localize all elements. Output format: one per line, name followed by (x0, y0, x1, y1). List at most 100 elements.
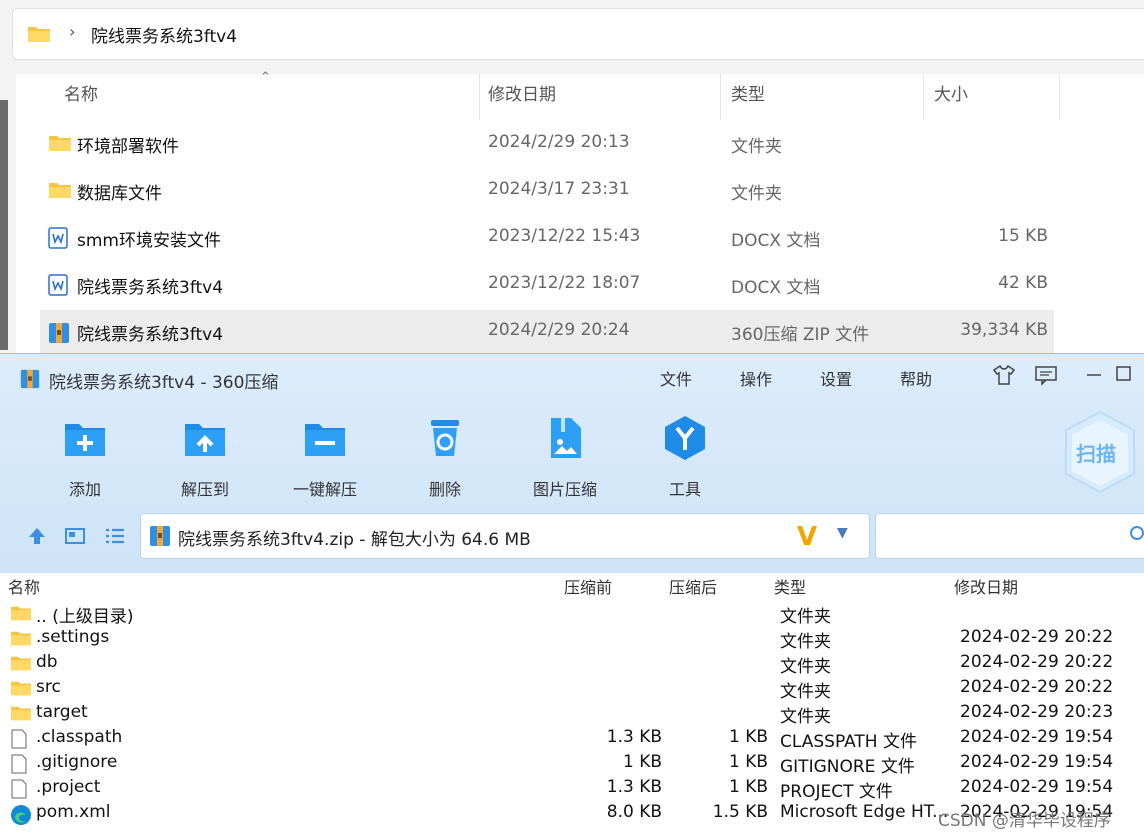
menu-file[interactable]: 文件 (660, 366, 692, 390)
maximize-button[interactable] (1110, 364, 1138, 388)
file-name: 院线票务系统3ftv4 (77, 278, 224, 298)
list-item[interactable]: 院线票务系统3ftv4 2023/12/22 18:07 DOCX 文档 42 … (40, 263, 1054, 307)
table-row[interactable]: .classpath 1.3 KB 1 KB CLASSPATH 文件 2024… (0, 726, 1144, 752)
list-item[interactable]: smm环境安装文件 2023/12/22 15:43 DOCX 文档 15 KB (40, 216, 1054, 260)
one-click-extract-icon (305, 424, 345, 456)
tools-button[interactable]: 工具 (640, 414, 730, 499)
entry-name: .. (上级目录) (36, 607, 134, 627)
chevron-down-icon[interactable]: ▼ (837, 525, 848, 541)
scan-button[interactable]: 扫描 (1062, 410, 1138, 494)
add-label: 添加 (68, 480, 101, 499)
entry-size-before: 1 KB (622, 752, 662, 772)
chevron-right-icon: › (69, 22, 76, 41)
thumbnail-view-icon[interactable] (64, 525, 86, 547)
v-logo-icon[interactable]: V (797, 522, 817, 552)
folder-icon (11, 656, 31, 671)
delete-button[interactable]: 删除 (400, 414, 490, 499)
entry-name: .settings (36, 627, 110, 647)
file-type: 文件夹 (731, 137, 782, 157)
image-compress-button[interactable]: 图片压缩 (520, 414, 610, 499)
left-pane-edge (0, 74, 8, 354)
menu-operations[interactable]: 操作 (740, 366, 772, 390)
search-icon[interactable] (1128, 524, 1144, 546)
column-header-date[interactable]: 修改日期 (478, 74, 721, 120)
minimize-icon (1087, 374, 1101, 376)
column-header-date[interactable]: 修改日期 (954, 574, 1018, 598)
breadcrumb-item[interactable]: 院线票务系统3ftv4 (91, 22, 237, 47)
shirt-icon (992, 364, 1016, 385)
entry-type: 文件夹 (780, 707, 831, 727)
file-name: 数据库文件 (77, 184, 162, 204)
entry-name: .classpath (36, 727, 123, 747)
menu-help[interactable]: 帮助 (900, 366, 932, 390)
table-row[interactable]: .project 1.3 KB 1 KB PROJECT 文件 2024-02-… (0, 776, 1144, 802)
entry-date: 2024-02-29 19:54 (960, 727, 1114, 747)
entry-name: pom.xml (36, 802, 111, 822)
file-list: ⌃ 名称 修改日期 类型 大小 环境部署软件 2024/2/29 20:13 文… (16, 70, 1144, 354)
explorer-header: › 院线票务系统3ftv4 (0, 0, 1144, 74)
minimize-button[interactable] (1080, 364, 1108, 388)
table-row[interactable]: db 文件夹 2024-02-29 20:22 (0, 651, 1144, 677)
file-icon (11, 754, 27, 774)
column-header-type[interactable]: 类型 (774, 574, 806, 598)
maximize-icon (1116, 366, 1131, 381)
extract-to-label: 解压到 (180, 480, 229, 499)
add-button[interactable]: 添加 (40, 414, 130, 499)
entry-size-before: 1.3 KB (606, 727, 662, 747)
column-header-after[interactable]: 压缩后 (669, 574, 717, 598)
file-date: 2024/2/29 20:13 (488, 132, 630, 152)
entry-date: 2024-02-29 20:23 (960, 702, 1114, 722)
file-date: 2024/2/29 20:24 (488, 320, 630, 340)
file-name: smm环境安装文件 (77, 231, 221, 251)
entry-date: 2024-02-29 19:54 (960, 777, 1114, 797)
list-view-icon[interactable] (104, 525, 126, 547)
search-input[interactable] (875, 513, 1144, 559)
edge-icon (11, 805, 31, 825)
feedback-button[interactable] (1032, 364, 1060, 388)
entry-date: 2024-02-29 19:54 (960, 752, 1114, 772)
entry-size-after: 1 KB (728, 777, 768, 797)
entry-size-after: 1.5 KB (712, 802, 768, 822)
file-type: DOCX 文档 (731, 278, 821, 298)
zip-icon (49, 323, 69, 343)
extract-to-button[interactable]: 解压到 (160, 414, 250, 499)
table-row[interactable]: target 文件夹 2024-02-29 20:23 (0, 701, 1144, 727)
file-size: 15 KB (998, 226, 1048, 246)
table-row[interactable]: .. (上级目录) 文件夹 (0, 601, 1144, 627)
file-type: DOCX 文档 (731, 231, 821, 251)
list-item-selected[interactable]: 院线票务系统3ftv4 2024/2/29 20:24 360压缩 ZIP 文件… (40, 310, 1054, 354)
folder-icon (28, 27, 50, 42)
entry-name: src (36, 677, 61, 697)
column-header-name[interactable]: 名称 (54, 74, 480, 120)
folder-icon (49, 136, 71, 151)
column-header-name[interactable]: 名称 (8, 574, 40, 598)
entry-name: target (36, 702, 88, 722)
table-row[interactable]: src 文件夹 2024-02-29 20:22 (0, 676, 1144, 702)
entry-type: Microsoft Edge HT... (780, 802, 949, 822)
one-click-extract-button[interactable]: 一键解压 (280, 414, 370, 499)
add-folder-icon (65, 424, 105, 456)
entry-name: .gitignore (36, 752, 118, 772)
table-row[interactable]: .settings 文件夹 2024-02-29 20:22 (0, 626, 1144, 652)
column-header-before[interactable]: 压缩前 (564, 574, 612, 598)
archive-path-field[interactable]: 院线票务系统3ftv4.zip - 解包大小为 64.6 MB V ▼ (140, 513, 870, 559)
one-click-extract-label: 一键解压 (292, 480, 357, 499)
file-date: 2024/3/17 23:31 (488, 179, 630, 199)
menu-settings[interactable]: 设置 (820, 366, 852, 390)
scrollbar[interactable] (0, 100, 8, 350)
scan-label: 扫描 (1076, 442, 1116, 466)
address-bar[interactable]: › 院线票务系统3ftv4 (12, 8, 1144, 60)
up-level-icon[interactable] (26, 525, 48, 547)
list-item[interactable]: 数据库文件 2024/3/17 23:31 文件夹 (40, 169, 1054, 213)
tools-label: 工具 (668, 480, 701, 499)
column-header-type[interactable]: 类型 (721, 74, 924, 120)
column-header-size[interactable]: 大小 (924, 74, 1060, 120)
table-row[interactable]: .gitignore 1 KB 1 KB GITIGNORE 文件 2024-0… (0, 751, 1144, 777)
entry-name: .project (36, 777, 101, 797)
file-size: 42 KB (998, 273, 1048, 293)
file-name: 环境部署软件 (77, 137, 179, 157)
skin-button[interactable] (990, 364, 1018, 388)
delete-label: 删除 (428, 480, 461, 499)
list-item[interactable]: 环境部署软件 2024/2/29 20:13 文件夹 (40, 122, 1054, 166)
image-compress-icon (551, 418, 581, 458)
